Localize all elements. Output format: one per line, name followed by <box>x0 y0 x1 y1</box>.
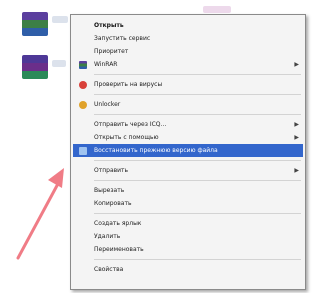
submenu-arrow-icon: ▶ <box>294 134 299 141</box>
menu-item-label: Проверить на вирусы <box>94 81 163 88</box>
menu-item-winrar[interactable]: WinRAR ▶ <box>73 58 303 71</box>
menu-item-restore-previous-version[interactable]: Восстановить прежнюю версию файла <box>73 144 303 157</box>
file-label <box>203 6 231 13</box>
menu-item-label: Переименовать <box>94 246 144 253</box>
menu-item-label: Запустить сервис <box>94 35 151 42</box>
submenu-arrow-icon: ▶ <box>294 61 299 68</box>
submenu-arrow-icon: ▶ <box>294 121 299 128</box>
menu-separator <box>94 94 301 95</box>
menu-item-label: Копировать <box>94 200 132 207</box>
menu-item-open[interactable]: Открыть <box>73 19 303 32</box>
menu-item-label: Приоритет <box>94 48 129 55</box>
menu-separator <box>94 180 301 181</box>
menu-item-open-with[interactable]: Открыть с помощью ▶ <box>73 131 303 144</box>
menu-item-send-icq[interactable]: Отправить через ICQ... ▶ <box>73 118 303 131</box>
menu-item-label: Создать ярлык <box>94 220 142 227</box>
submenu-arrow-icon: ▶ <box>294 167 299 174</box>
menu-separator <box>94 160 301 161</box>
menu-item-properties[interactable]: Свойства <box>73 263 303 276</box>
menu-separator <box>94 74 301 75</box>
menu-item-label: Вырезать <box>94 187 125 194</box>
arrow-shaft <box>16 178 62 260</box>
unlocker-icon <box>79 101 87 109</box>
winrar-archive-icon[interactable] <box>22 55 48 79</box>
menu-separator <box>94 213 301 214</box>
menu-item-label: Unlocker <box>94 101 121 108</box>
winrar-icon <box>79 61 87 69</box>
menu-item-copy[interactable]: Копировать <box>73 197 303 210</box>
menu-item-rename[interactable]: Переименовать <box>73 243 303 256</box>
menu-item-label: WinRAR <box>94 61 118 68</box>
file-label <box>52 60 66 67</box>
menu-item-unlocker[interactable]: Unlocker <box>73 98 303 111</box>
winrar-archive-icon[interactable] <box>22 12 48 36</box>
menu-item-priority[interactable]: Приоритет <box>73 45 303 58</box>
menu-item-start-service[interactable]: Запустить сервис <box>73 32 303 45</box>
menu-item-label: Отправить <box>94 167 129 174</box>
menu-item-label: Отправить через ICQ... <box>94 121 167 128</box>
arrow-head <box>48 168 64 188</box>
restore-icon <box>79 147 87 155</box>
menu-item-label: Свойства <box>94 266 124 273</box>
menu-item-label: Открыть <box>94 22 124 29</box>
menu-separator <box>94 259 301 260</box>
menu-separator <box>94 114 301 115</box>
file-label <box>52 16 68 23</box>
menu-item-create-shortcut[interactable]: Создать ярлык <box>73 217 303 230</box>
antivirus-icon <box>79 81 87 89</box>
menu-item-label: Открыть с помощью <box>94 134 159 141</box>
desktop-area: Открыть Запустить сервис Приоритет WinRA… <box>0 0 306 293</box>
menu-item-label: Удалить <box>94 233 121 240</box>
menu-item-virus-scan[interactable]: Проверить на вирусы <box>73 78 303 91</box>
menu-item-cut[interactable]: Вырезать <box>73 184 303 197</box>
menu-item-send-to[interactable]: Отправить ▶ <box>73 164 303 177</box>
menu-item-delete[interactable]: Удалить <box>73 230 303 243</box>
context-menu: Открыть Запустить сервис Приоритет WinRA… <box>70 14 306 290</box>
menu-item-label: Восстановить прежнюю версию файла <box>94 147 218 154</box>
